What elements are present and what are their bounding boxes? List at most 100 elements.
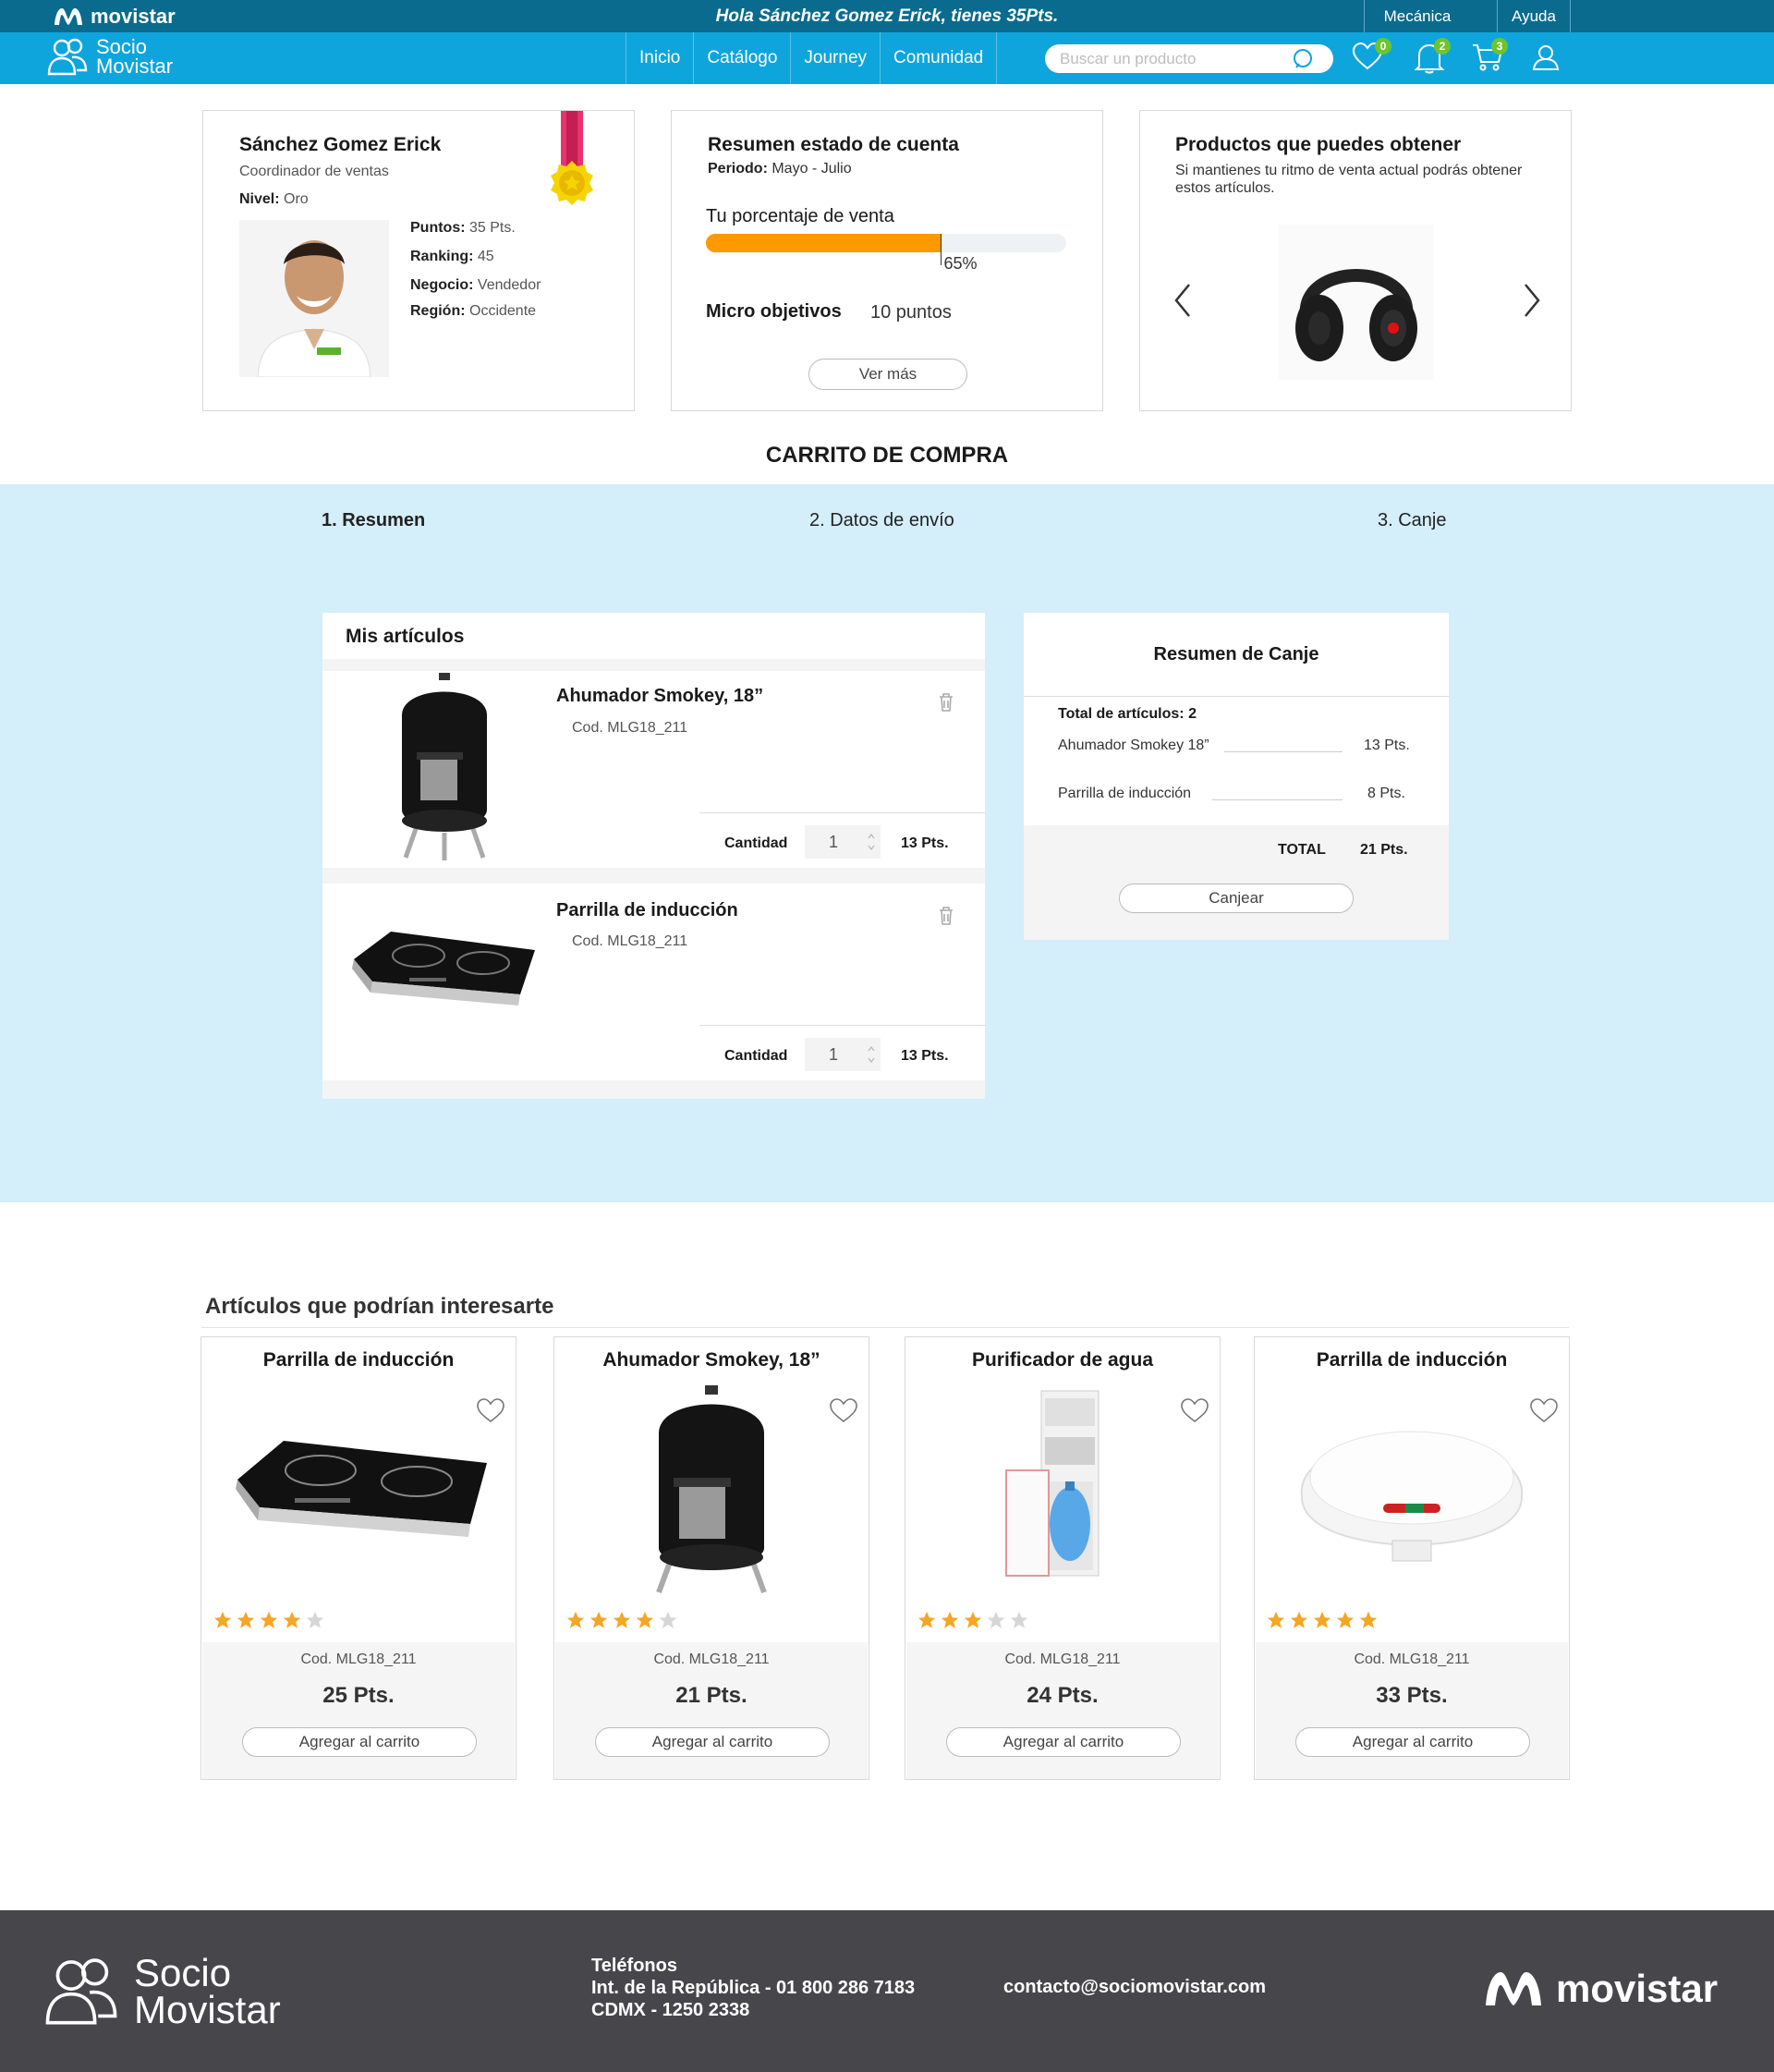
rewards-title: Productos que puedes obtener	[1175, 134, 1462, 155]
product-price: 21 Pts.	[675, 1683, 747, 1708]
cart-item-points: 13 Pts.	[901, 1048, 949, 1064]
product-image[interactable]	[906, 1385, 1219, 1594]
trash-icon[interactable]	[938, 906, 954, 926]
nav-journey[interactable]: Journey	[790, 32, 880, 84]
product-title: Ahumador Smokey, 18”	[602, 1349, 820, 1371]
add-to-cart-button[interactable]: Agregar al carrito	[946, 1727, 1181, 1757]
summary-total-value: 21 Pts.	[1360, 842, 1408, 858]
heart-icon[interactable]	[828, 1396, 859, 1424]
summary-total-label: TOTAL	[1278, 842, 1326, 858]
profile-business: Negocio: Vendedor	[410, 277, 541, 293]
nav-inicio[interactable]: Inicio	[626, 32, 693, 84]
product-title: Purificador de agua	[971, 1349, 1154, 1371]
carousel-prev-icon[interactable]	[1173, 283, 1192, 318]
notifications-button[interactable]: 2	[1414, 38, 1451, 78]
heart-icon[interactable]	[1179, 1396, 1210, 1424]
nav-comunidad[interactable]: Comunidad	[880, 32, 998, 84]
add-to-cart-button[interactable]: Agregar al carrito	[242, 1727, 477, 1757]
cart-title: CARRITO DE COMPRA	[765, 443, 1009, 468]
heart-icon[interactable]	[475, 1396, 506, 1424]
product-code: Cod. MLG18_211	[300, 1652, 417, 1667]
cart-item: Parrilla de inducción Cod. MLG18_211 Can…	[322, 884, 985, 1078]
summary-line-name: Parrilla de inducción	[1058, 786, 1192, 801]
profile-ranking: Ranking: 45	[410, 249, 494, 264]
search-icon[interactable]	[1291, 47, 1315, 71]
users-icon	[47, 38, 88, 76]
user-icon	[1532, 45, 1560, 70]
user-button[interactable]	[1530, 41, 1567, 78]
mecanica-link[interactable]: Mecánica	[1364, 0, 1470, 32]
search-box	[1045, 44, 1333, 73]
cart-item-name: Ahumador Smokey, 18”	[556, 686, 764, 706]
step-resumen[interactable]: 1. Resumen	[322, 510, 425, 531]
profile-name: Sánchez Gomez Erick	[239, 134, 442, 155]
cart-item-code: Cod. MLG18_211	[572, 933, 688, 949]
product-card[interactable]: Parrilla de inducción Cod. MLG18_211 33 …	[1254, 1336, 1570, 1780]
main-nav: Inicio Catálogo Journey Comunidad	[626, 32, 998, 84]
star-icon	[1313, 1611, 1331, 1628]
summary-line-points: 8 Pts.	[1367, 786, 1405, 801]
star-icon	[941, 1611, 959, 1628]
cart-badge: 3	[1491, 38, 1508, 55]
nav-catalogo[interactable]: Catálogo	[693, 32, 790, 84]
movistar-m-icon	[1486, 1972, 1541, 2005]
stepper-arrows-icon[interactable]	[867, 1043, 876, 1066]
star-icon	[1336, 1611, 1355, 1628]
add-to-cart-button[interactable]: Agregar al carrito	[1295, 1727, 1530, 1757]
rating-stars	[565, 1610, 678, 1630]
carousel-next-icon[interactable]	[1523, 283, 1541, 318]
socio-movistar-brand[interactable]: Socio Movistar	[46, 37, 174, 78]
rating-stars	[1266, 1610, 1379, 1630]
star-icon	[964, 1611, 982, 1628]
favorites-button[interactable]: 0	[1351, 38, 1391, 78]
product-card[interactable]: Parrilla de inducción Cod. MLG18_211 25 …	[200, 1336, 516, 1780]
stepper-arrows-icon[interactable]	[867, 831, 876, 853]
profile-role: Coordinador de ventas	[239, 164, 389, 179]
star-icon	[566, 1611, 585, 1628]
sales-label: Tu porcentaje de venta	[706, 206, 894, 226]
footer-email[interactable]: contacto@sociomovistar.com	[1003, 1977, 1266, 1998]
brand-line-2: Movistar	[96, 55, 174, 78]
footer: Socio Movistar Teléfonos Int. de la Repú…	[0, 1910, 1774, 2072]
add-to-cart-button[interactable]: Agregar al carrito	[595, 1727, 830, 1757]
product-image[interactable]	[555, 1385, 868, 1594]
star-icon	[1359, 1611, 1378, 1628]
product-card[interactable]: Ahumador Smokey, 18” Cod. MLG18_211 21 P…	[553, 1336, 869, 1780]
account-card: Resumen estado de cuenta Periodo: Mayo -…	[671, 110, 1103, 411]
notifications-badge: 2	[1434, 38, 1451, 55]
profile-points: Puntos: 35 Pts.	[410, 220, 516, 236]
star-icon	[306, 1611, 324, 1628]
sales-progress-bar	[706, 234, 1066, 252]
trash-icon[interactable]	[938, 692, 954, 713]
step-datos-envio[interactable]: 2. Datos de envío	[809, 510, 954, 531]
sales-progress-marker	[940, 234, 942, 265]
step-canje[interactable]: 3. Canje	[1378, 510, 1447, 531]
rating-stars	[917, 1610, 1029, 1630]
summary-line-name: Ahumador Smokey 18”	[1058, 737, 1209, 753]
heart-icon[interactable]	[1528, 1396, 1560, 1424]
phone-national[interactable]: Int. de la República - 01 800 286 7183	[591, 1977, 915, 1999]
product-image[interactable]	[1256, 1385, 1568, 1594]
canjear-button[interactable]: Canjear	[1119, 884, 1354, 913]
qty-label: Cantidad	[724, 835, 788, 851]
ver-mas-button[interactable]: Ver más	[808, 359, 967, 390]
search-input[interactable]	[1060, 49, 1291, 68]
star-icon	[613, 1611, 631, 1628]
ayuda-link[interactable]: Ayuda	[1497, 0, 1571, 32]
profile-avatar	[239, 220, 389, 377]
star-icon	[1267, 1611, 1285, 1628]
account-title: Resumen estado de cuenta	[708, 134, 959, 155]
sales-percent-text: 65%	[943, 254, 978, 273]
star-icon	[283, 1611, 301, 1628]
summary-line-points: 13 Pts.	[1364, 737, 1410, 753]
product-code: Cod. MLG18_211	[1004, 1652, 1121, 1667]
star-icon	[659, 1611, 677, 1628]
phone-cdmx[interactable]: CDMX - 1250 2338	[591, 1999, 915, 2021]
headphones-image[interactable]	[1279, 225, 1434, 380]
cart-button[interactable]: 3	[1471, 38, 1508, 78]
star-icon	[237, 1611, 255, 1628]
footer-movistar-logo[interactable]: movistar	[1480, 1966, 1718, 2012]
medal-icon	[551, 111, 593, 205]
product-image[interactable]	[202, 1385, 515, 1594]
product-card[interactable]: Purificador de agua Cod. MLG18_211 24 Pt…	[905, 1336, 1221, 1780]
